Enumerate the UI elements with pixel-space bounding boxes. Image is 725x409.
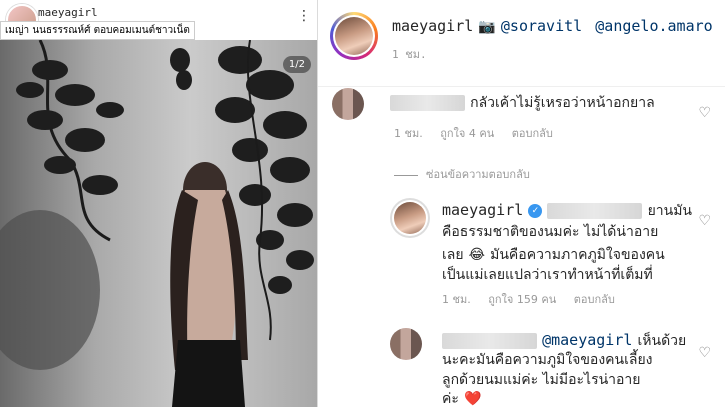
photo-counter-badge: 1/2 xyxy=(282,56,311,73)
mention-link[interactable]: @soravitl xyxy=(501,17,582,35)
photo-illustration xyxy=(0,40,317,407)
reply-text-1: ยานมัน xyxy=(647,203,692,219)
camera-icon: 📷 xyxy=(478,19,496,35)
post-header: maeyagirl 📷 @soravitl @angelo.amaro 1 ชม… xyxy=(318,0,725,87)
reply-button[interactable]: ตอบกลับ xyxy=(512,127,553,140)
verified-badge-icon: ✓ xyxy=(528,203,543,218)
like-count[interactable]: ถูกใจ 4 คน xyxy=(440,127,494,140)
comment-time: 1 ชม. xyxy=(394,127,423,140)
avatar[interactable] xyxy=(332,88,364,120)
caption-overlay: เมญ่า นนธรรรณห์ศ์ ตอบคอมเมนต์ชาวเน็ต xyxy=(0,21,195,40)
comments-panel: maeyagirl 📷 @soravitl @angelo.amaro 1 ชม… xyxy=(318,0,725,407)
header-username[interactable]: maeyagirl xyxy=(392,17,473,35)
heart-icon[interactable]: ♡ xyxy=(698,213,711,229)
reply-text-3b: มันคือความภาคภูมิใจของคน xyxy=(490,247,665,263)
comment-time: 1 ชม. xyxy=(442,293,471,306)
post-image-panel: 1/2 maeyagirl ⋮ เมญ่า นนธรรรณห์ศ์ ตอบคอม… xyxy=(0,0,318,407)
post-photo[interactable]: 1/2 xyxy=(0,40,317,407)
like-count[interactable]: ถูกใจ 159 คน xyxy=(488,293,556,306)
reply-text-2: คือธรรมชาติของนมค่ะ ไม่ได้น่าอาย xyxy=(442,224,659,240)
post-username[interactable]: maeyagirl xyxy=(38,6,98,19)
avatar xyxy=(335,17,373,55)
blurred-username xyxy=(390,94,465,111)
comment-text-4: ค่ะ xyxy=(442,391,459,407)
laughing-emoji-icon: 😂 xyxy=(468,247,486,263)
comment-text-2: นะคะมันคือความภูมิใจของคนเลี้ยง xyxy=(442,352,653,368)
avatar[interactable] xyxy=(390,328,422,360)
reply-text-4: เป็นแม่เลยแปลว่าเราทำหน้าที่เต็มที่ xyxy=(442,267,653,283)
comment-text: กลัวเค้าไม่รู้เหรอว่าหน้าอกยาล xyxy=(470,95,655,111)
reply-button[interactable]: ตอบกลับ xyxy=(574,293,615,306)
heart-icon[interactable]: ♡ xyxy=(698,105,711,121)
avatar[interactable] xyxy=(390,198,430,238)
reply-text-3a: เลย xyxy=(442,247,464,263)
story-avatar[interactable] xyxy=(330,12,378,60)
heart-emoji-icon: ❤️ xyxy=(463,391,482,407)
reply-username[interactable]: maeyagirl xyxy=(442,201,523,219)
mention-link[interactable]: @maeyagirl xyxy=(542,331,632,349)
comment-text-3: ลูกด้วยนมแม่ค่ะ ไม่มีอะไรน่าอาย xyxy=(442,372,641,388)
blurred-username xyxy=(547,202,643,219)
blurred-username xyxy=(442,332,537,349)
mention-link[interactable]: @angelo.amaro xyxy=(595,17,712,35)
heart-icon[interactable]: ♡ xyxy=(698,345,711,361)
more-dots-icon[interactable]: ⋮ xyxy=(297,8,311,24)
post-time: 1 ชม. xyxy=(392,48,427,61)
comment-text-1: เห็นด้วย xyxy=(637,333,687,349)
hide-replies-button[interactable]: ซ่อนข้อความตอบกลับ xyxy=(394,165,530,183)
